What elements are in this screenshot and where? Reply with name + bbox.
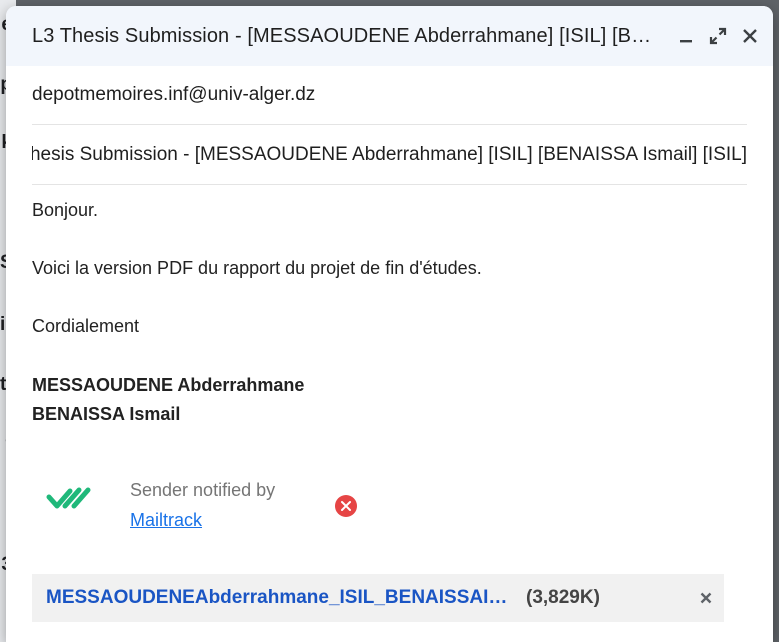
attachment-chip[interactable]: MESSAOUDENEAbderrahmane_ISIL_BENAISSAIsm… [32,574,724,622]
compose-window: L3 Thesis Submission - [MESSAOUDENE Abde… [6,6,773,642]
remove-attachment-button[interactable] [696,588,716,608]
closing-text: Cordialement [32,316,140,336]
recipient-address: depotmemoires.inf@univ-alger.dz [32,84,316,105]
signature-name: BENAISSA Ismail [32,404,181,424]
signature-name: MESSAOUDENE Abderrahmane [32,375,305,395]
greeting-text: Bonjour. [32,200,99,220]
double-check-icon [46,487,91,509]
mailtrack-link[interactable]: Mailtrack [130,510,202,531]
expand-icon [709,27,727,45]
mailtrack-text: Sender notified by [130,480,276,500]
attachment-name[interactable]: MESSAOUDENEAbderrahmane_ISIL_BENAISSAIsm… [46,587,516,609]
compose-header[interactable]: L3 Thesis Submission - [MESSAOUDENE Abde… [6,6,773,66]
attachment-size: (3,829K) [526,587,600,608]
compose-title: L3 Thesis Submission - [MESSAOUDENE Abde… [32,24,656,47]
remove-tracking-icon[interactable] [334,494,358,518]
close-icon [700,592,712,604]
minimize-button[interactable] [676,26,696,46]
close-button[interactable] [740,26,760,46]
minimize-icon [680,40,692,43]
subject-field[interactable]: L3 Thesis Submission - [MESSAOUDENE Abde… [32,126,747,185]
close-icon [743,29,757,43]
body-line: Voici la version PDF du rapport du proje… [32,258,482,278]
to-field[interactable]: depotmemoires.inf@univ-alger.dz [32,66,747,125]
window-controls [676,26,760,46]
subject-text: L3 Thesis Submission - [MESSAOUDENE Abde… [32,144,747,165]
mailtrack-notice: Sender notified by Mailtrack [46,480,386,560]
expand-button[interactable] [708,26,728,46]
